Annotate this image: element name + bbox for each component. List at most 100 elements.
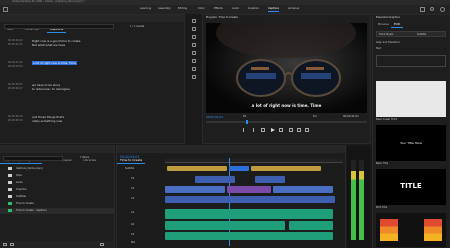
insert-icon[interactable]: [289, 128, 293, 132]
track-label[interactable]: A3: [131, 233, 134, 237]
audio-clip[interactable]: [165, 221, 285, 230]
razor-tool-icon[interactable]: [192, 43, 196, 47]
caption-item[interactable]: 00;00;05;05 00;00;06;17 we have to be al…: [0, 81, 184, 101]
search-field[interactable]: [4, 24, 114, 29]
mark-in-icon[interactable]: [243, 128, 246, 132]
caption-clip[interactable]: [251, 166, 321, 171]
track-style-select[interactable]: Track Styles Subtitle: [376, 31, 446, 37]
tab-edit[interactable]: Edit: [391, 21, 403, 28]
export-frame-icon[interactable]: [305, 128, 309, 132]
workspace-captions[interactable]: Captions: [268, 7, 280, 12]
slip-tool-icon[interactable]: [192, 51, 196, 55]
timeline-tracks: [165, 165, 343, 245]
list-item[interactable]: Clips: [0, 173, 114, 179]
overwrite-icon[interactable]: [297, 128, 301, 132]
video-frame[interactable]: a lot of right now is time. Time: [206, 23, 367, 113]
caption-text-line2[interactable]: Not what what we have: [32, 43, 65, 47]
list-view-icon[interactable]: [3, 243, 7, 246]
playhead-marker[interactable]: [246, 120, 248, 124]
caption-item[interactable]: 00;00;06;18 00;00;08;10 and those things…: [0, 113, 184, 133]
workspace-learning[interactable]: Learning: [140, 7, 151, 11]
tab-browse[interactable]: Browse: [375, 21, 392, 27]
time-ruler[interactable]: [165, 159, 343, 163]
video-clip[interactable]: [273, 186, 333, 193]
step-back-icon[interactable]: [261, 128, 265, 132]
home-icon[interactable]: [3, 7, 8, 12]
list-item[interactable]: Time to Create: [0, 201, 114, 207]
track-label[interactable]: Mix: [131, 241, 135, 245]
ripple-edit-tool-icon[interactable]: [192, 35, 196, 39]
align-transform-label: Align and Transform: [376, 41, 400, 44]
video-clip[interactable]: [165, 186, 225, 193]
track-label[interactable]: Subtitle: [125, 167, 134, 171]
track-label[interactable]: V2: [131, 187, 134, 191]
transport-controls: [243, 127, 333, 133]
video-clip[interactable]: [255, 176, 285, 183]
template-label: Basic Lower Third: [376, 118, 398, 121]
quality-select[interactable]: Full: [313, 115, 317, 119]
template-basic-lower-third[interactable]: [376, 81, 446, 117]
video-clip[interactable]: [227, 186, 271, 193]
program-duration: 00;00;41;01: [343, 115, 359, 118]
glasses-image: [216, 23, 356, 97]
track-select-tool-icon[interactable]: [192, 27, 196, 31]
caption-clip[interactable]: [229, 166, 249, 171]
selection-tool-icon[interactable]: [192, 19, 196, 23]
step-forward-icon[interactable]: [279, 128, 283, 132]
track-headers: Subtitle V3 V2 V1 A1 A2 A3 Mix: [117, 165, 165, 245]
type-tool-icon[interactable]: [192, 75, 196, 79]
video-clip[interactable]: [165, 196, 335, 203]
item-label: Subtitles: [16, 195, 27, 198]
list-item[interactable]: Subtitles: [0, 194, 114, 200]
workspace-graphics[interactable]: Graphics: [248, 7, 259, 11]
audio-clip[interactable]: [289, 221, 333, 230]
caption-text-line2[interactable]: to rediscover, to reimagine: [32, 87, 70, 91]
list-item[interactable]: Audio: [0, 180, 114, 186]
caption-clip[interactable]: [167, 166, 227, 171]
play-icon[interactable]: [271, 128, 275, 132]
share-icon[interactable]: [420, 7, 425, 12]
caption-item[interactable]: 00;00;03;15 00;00;05;04 a lot of right n…: [0, 59, 184, 79]
track-label[interactable]: V3: [131, 177, 134, 181]
zoom-select[interactable]: Fit: [243, 115, 246, 119]
new-item-icon[interactable]: [100, 243, 104, 246]
mark-out-icon[interactable]: [251, 128, 254, 132]
item-label: Captions_Demo.prproj: [16, 167, 43, 170]
caption-item[interactable]: 00;00;00;02 00;00;01;15 Right now is a g…: [0, 37, 184, 57]
project-item-list: Captions_Demo.prproj Clips Audio Graphic…: [0, 166, 114, 238]
caption-text-line2[interactable]: really something new: [32, 119, 62, 123]
audio-clip[interactable]: [165, 209, 333, 219]
track-label[interactable]: A2: [131, 223, 134, 227]
track-style-value: Subtitle: [417, 33, 427, 36]
program-scrubber[interactable]: [206, 120, 367, 124]
timeline-panel: Time to Create 00;00;04;01 Subtitle V3 V…: [116, 145, 346, 248]
list-item[interactable]: Graphics: [0, 187, 114, 193]
template-bold-lower-third[interactable]: [376, 213, 446, 247]
workspace-editing[interactable]: Editing: [178, 7, 187, 11]
list-item[interactable]: Captions_Demo.prproj: [0, 166, 114, 172]
help-icon[interactable]: [440, 7, 445, 12]
pen-tool-icon[interactable]: [192, 59, 196, 63]
project-search-field[interactable]: [3, 156, 63, 161]
track-label[interactable]: V1: [131, 197, 134, 201]
folder-icon: [8, 195, 12, 198]
meter-track: [359, 160, 364, 240]
list-item[interactable]: Time to Create - Captions: [0, 208, 114, 214]
video-clip[interactable]: [195, 176, 235, 183]
caption-out-time: 00;00;06;17: [8, 87, 23, 90]
workspace-libraries[interactable]: Libraries: [288, 7, 299, 11]
hand-tool-icon[interactable]: [192, 67, 196, 71]
workspace-audio[interactable]: Audio: [232, 7, 239, 11]
template-basic-title[interactable]: Your Title Here: [376, 125, 446, 161]
workspace-color[interactable]: Color: [198, 7, 205, 11]
template-bold-title[interactable]: TITLE: [376, 169, 446, 205]
workspace-assembly[interactable]: Assembly: [158, 7, 171, 11]
workspace-effects[interactable]: Effects: [214, 7, 223, 11]
track-label[interactable]: A1: [131, 211, 134, 215]
audio-clip[interactable]: [165, 232, 333, 240]
icon-view-icon[interactable]: [10, 243, 14, 246]
caption-out-time: 00;00;05;04: [8, 65, 23, 68]
workspace-bar: Learning Assembly Editing Color Effects …: [0, 5, 450, 14]
caption-text-selected[interactable]: a lot of right now is time. Time: [32, 61, 77, 65]
search-icon[interactable]: [430, 7, 434, 11]
